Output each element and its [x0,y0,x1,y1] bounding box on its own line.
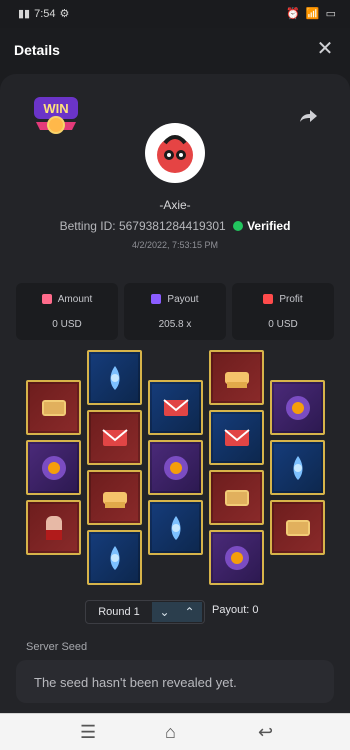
payout-label: Payout: [212,604,250,616]
tile-lotus-icon [148,500,203,555]
tile-ring-icon [209,530,264,585]
tile-lotus-icon [270,440,325,495]
tile-lotus-icon [87,350,142,405]
bet-timestamp: 4/2/2022, 7:53:15 PM [131,240,219,250]
tile-comb-icon [87,470,142,525]
round-up-button[interactable]: ⌃ [177,602,202,622]
stat-label-payout: Payout [167,294,199,305]
chevron-down-icon: ⌄ [159,605,170,619]
chevron-up-icon: ⌃ [184,605,195,619]
tile-ring-icon [270,380,325,435]
round-payout: Payout: 0 [212,604,259,616]
stat-card-payout: Payout 205.8 x [124,283,226,340]
tile-comb-icon [209,350,264,405]
payout-icon [151,294,162,304]
betting-id-line: Betting ID: 5679381284419301 Verified [0,219,350,233]
server-seed-label: Server Seed [26,641,88,653]
stat-card-amount: Amount 0 USD [16,283,118,340]
status-time: 7:54 [34,7,56,20]
server-seed-text: The seed hasn't been revealed yet. [34,675,237,690]
stat-value-amount: 0 USD [52,319,82,330]
stat-value-profit: 0 USD [268,319,298,330]
round-label[interactable]: Round 1 [86,606,152,618]
round-selector: Round 1 ⌄ ⌃ [85,600,205,624]
betting-id-label: Betting ID: [59,219,116,233]
tile-envelope-icon [148,380,203,435]
verified-label: Verified [247,219,291,233]
username: -Axie- [159,198,191,212]
wifi-icon: 📶 [305,8,320,20]
tile-scroll-icon [26,380,81,435]
tile-envelope-icon [209,410,264,465]
stats-cards: Amount 0 USD Payout 205.8 x Profit 0 USD [16,283,334,340]
alarm-icon: ⏰ [286,8,300,20]
menu-icon[interactable]: ☰ [80,722,96,743]
avatar [147,125,203,181]
home-icon[interactable]: ⌂ [165,722,176,743]
status-bar: ▮▮ 7:54 ⚙ ⏰ 📶 ▭ [0,0,350,28]
betting-id-value: 5679381284419301 [118,219,226,233]
stat-label-profit: Profit [279,294,303,305]
close-button[interactable]: ✕ [314,38,336,60]
payout-value: 0 [252,604,259,616]
profit-icon [263,294,274,304]
share-icon[interactable] [298,108,318,124]
back-icon[interactable]: ↩ [258,722,273,743]
amount-icon [41,294,52,304]
signal-icon: ▮▮ [18,8,31,20]
tile-warrior-icon [26,500,81,555]
verified-check-icon [233,221,244,231]
settings-dot-icon: ⚙ [59,8,70,20]
tile-envelope-icon [87,410,142,465]
tile-lotus-icon [87,530,142,585]
stat-label-amount: Amount [57,294,93,305]
tile-ring-icon [26,440,81,495]
stat-card-profit: Profit 0 USD [232,283,334,340]
details-header: Details ✕ [0,28,350,74]
slot-grid [0,350,350,590]
stat-value-payout: 205.8 x [158,319,192,330]
battery-icon: ▭ [325,8,336,20]
win-badge: WIN [28,92,84,138]
server-seed-box: The seed hasn't been revealed yet. [16,660,334,703]
tile-scroll-icon [209,470,264,525]
svg-text:WIN: WIN [43,101,68,116]
round-down-button[interactable]: ⌄ [152,602,177,622]
page-title: Details [14,42,60,58]
tile-ring-icon [148,440,203,495]
android-nav-bar: ☰ ⌂ ↩ [0,713,350,750]
tile-scroll-icon [270,500,325,555]
